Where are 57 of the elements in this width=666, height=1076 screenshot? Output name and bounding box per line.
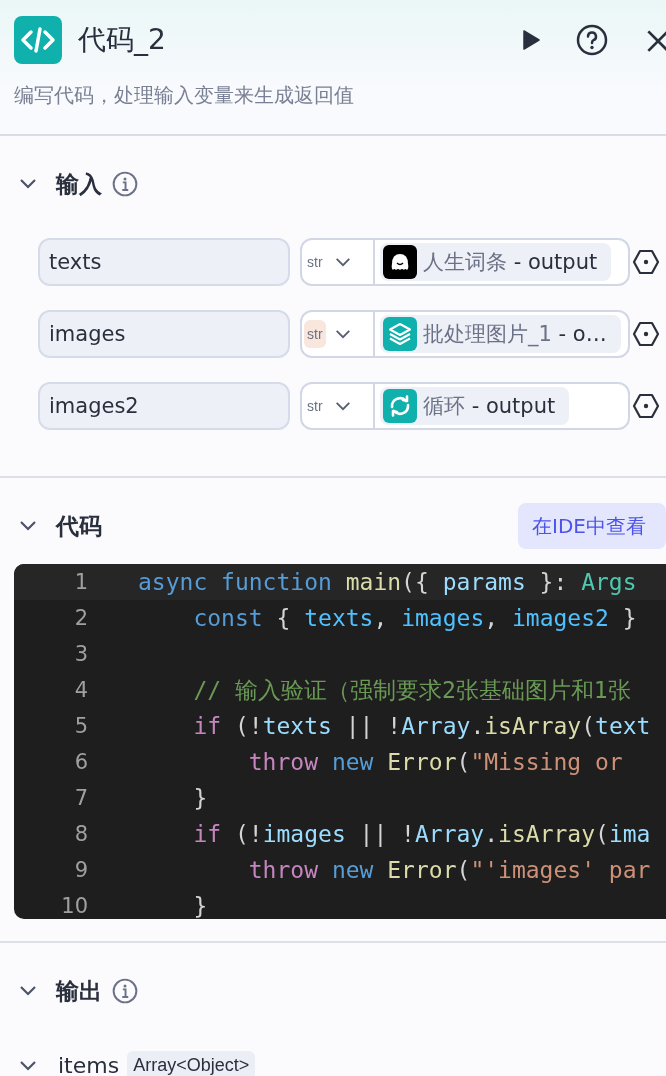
code-line: } <box>192 893 208 919</box>
variable-name-field[interactable]: images2 <box>38 382 290 430</box>
line-number: 10 <box>60 894 88 918</box>
info-icon[interactable] <box>112 171 138 197</box>
source-value[interactable]: 人生词条 - output <box>380 243 612 281</box>
code-line: throw new Error("Missing or <box>247 749 624 775</box>
chevron-icon[interactable] <box>18 985 38 997</box>
line-number: 6 <box>73 750 88 774</box>
code-line: if (!images || !Array.isArray(ima <box>192 821 651 847</box>
ghost-icon <box>383 245 417 279</box>
section-title: 输出 <box>56 976 102 1006</box>
variable-name-field[interactable]: images <box>38 310 290 358</box>
line-number: 9 <box>73 858 88 882</box>
hexagon-icon[interactable] <box>632 320 660 348</box>
reference-selector[interactable]: str 批处理图片_1 - o… <box>300 310 630 358</box>
output-name: items <box>58 1053 120 1076</box>
hexagon-icon[interactable] <box>632 392 660 420</box>
loop-icon <box>383 389 417 423</box>
caret-icon[interactable] <box>333 256 352 268</box>
code-node-icon <box>14 16 62 64</box>
type-tag: str <box>304 248 326 276</box>
help-icon[interactable] <box>576 24 608 56</box>
line-number: 5 <box>73 714 88 738</box>
section-title: 输入 <box>56 169 102 199</box>
code-line: async function main({ params }: Args <box>138 569 637 595</box>
code-line: // 输入验证（强制要求2张基础图片和1张 <box>192 675 631 705</box>
node-title: 代码_2 <box>78 22 166 58</box>
layers-icon <box>383 317 417 351</box>
source-value[interactable]: 循环 - output <box>380 387 570 425</box>
line-number: 1 <box>73 570 88 594</box>
reference-selector[interactable]: str 人生词条 - output <box>300 238 630 286</box>
code-editor[interactable] <box>14 564 666 919</box>
chevron-icon[interactable] <box>18 520 38 532</box>
open-in-ide-button[interactable]: 在IDE中查看 <box>518 503 666 549</box>
code-line: const { texts, images, images2 } <box>192 605 637 631</box>
chevron-icon[interactable] <box>18 1059 38 1072</box>
section-title: 代码 <box>56 511 102 541</box>
type-tag: Array<Object> <box>127 1051 256 1076</box>
line-number: 8 <box>73 822 88 846</box>
line-number: 4 <box>73 678 88 702</box>
type-tag: str <box>304 392 326 420</box>
line-number: 3 <box>73 642 88 666</box>
chevron-icon[interactable] <box>18 178 38 190</box>
caret-icon[interactable] <box>333 328 352 340</box>
type-tag: str <box>304 320 326 348</box>
hexagon-icon[interactable] <box>632 248 660 276</box>
code-line: } <box>192 785 208 811</box>
source-value[interactable]: 批处理图片_1 - o… <box>380 315 621 353</box>
variable-name-field[interactable]: texts <box>38 238 290 286</box>
caret-icon[interactable] <box>333 400 352 412</box>
line-number: 2 <box>73 606 88 630</box>
reference-selector[interactable]: str 循环 - output <box>300 382 630 430</box>
line-number: 7 <box>73 786 88 810</box>
info-icon[interactable] <box>112 978 138 1004</box>
node-description: 编写代码，处理输入变量来生成返回值 <box>14 82 355 109</box>
code-line: throw new Error("'images' par <box>247 857 651 883</box>
code-line: if (!texts || !Array.isArray(text <box>192 713 651 739</box>
